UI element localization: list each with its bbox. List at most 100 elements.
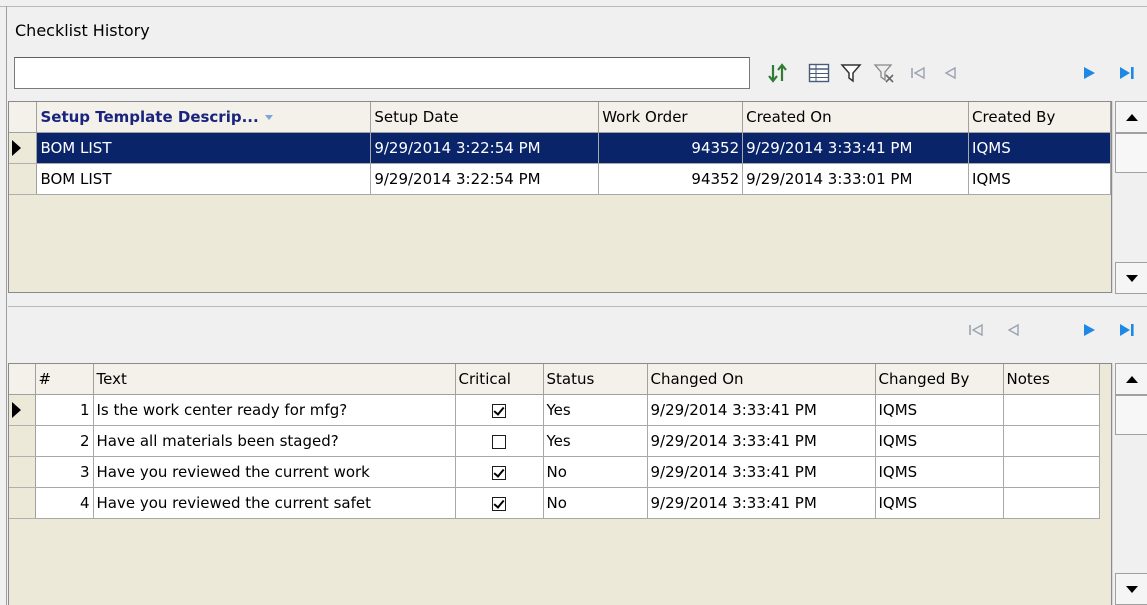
- critical-checkbox[interactable]: [492, 465, 506, 480]
- cell-critical[interactable]: [455, 487, 544, 519]
- items-table: # Text Critical Status Changed On Change…: [9, 364, 1100, 519]
- table-row[interactable]: 2 Have all materials been staged? Yes 9/29/…: [9, 425, 1100, 457]
- table-row[interactable]: 3 Have you reviewed the current work No 9/2…: [9, 456, 1100, 488]
- cell-text[interactable]: Have you reviewed the current safet: [93, 487, 456, 519]
- row-indicator[interactable]: [9, 132, 38, 164]
- clear-filter-icon: [873, 64, 894, 83]
- column-header-setup-template[interactable]: Setup Template Descrip...: [36, 102, 372, 133]
- sort-button[interactable]: [765, 60, 791, 86]
- clear-filter-button[interactable]: [871, 60, 897, 86]
- detail-prior-record-button[interactable]: [1000, 317, 1026, 343]
- table-row[interactable]: 4 Have you reviewed the current safet No 9/…: [9, 487, 1100, 519]
- cell-notes[interactable]: [1003, 456, 1100, 488]
- prior-record-icon: [944, 66, 956, 80]
- cell-changed-on[interactable]: 9/29/2014 3:33:41 PM: [647, 487, 876, 519]
- cell-text[interactable]: Have all materials been staged?: [93, 425, 456, 457]
- column-header-text[interactable]: Text: [93, 364, 456, 395]
- row-indicator[interactable]: [9, 163, 38, 195]
- filter-button[interactable]: [838, 60, 864, 86]
- cell-changed-on[interactable]: 9/29/2014 3:33:41 PM: [647, 394, 876, 426]
- column-header-changed-by[interactable]: Changed By: [875, 364, 1004, 395]
- cell-status[interactable]: Yes: [543, 394, 648, 426]
- column-header-critical[interactable]: Critical: [455, 364, 544, 395]
- cell-changed-by[interactable]: IQMS: [875, 425, 1004, 457]
- column-header-created-on[interactable]: Created On: [742, 102, 970, 133]
- current-row-pointer-icon: [12, 402, 21, 418]
- scroll-up-button[interactable]: [1115, 363, 1147, 395]
- cell-number[interactable]: 4: [35, 487, 94, 519]
- next-record-button[interactable]: [1076, 60, 1102, 86]
- cell-template[interactable]: BOM LIST: [36, 163, 372, 195]
- cell-changed-by[interactable]: IQMS: [875, 456, 1004, 488]
- cell-notes[interactable]: [1003, 425, 1100, 457]
- row-indicator[interactable]: [9, 394, 36, 426]
- cell-changed-on[interactable]: 9/29/2014 3:33:41 PM: [647, 425, 876, 457]
- table-row[interactable]: 1 Is the work center ready for mfg? Yes 9/2…: [9, 394, 1100, 426]
- cell-number[interactable]: 1: [35, 394, 94, 426]
- cell-critical[interactable]: [455, 425, 544, 457]
- cell-status[interactable]: No: [543, 487, 648, 519]
- cell-changed-by[interactable]: IQMS: [875, 394, 1004, 426]
- scroll-up-button[interactable]: [1115, 101, 1147, 133]
- cell-critical[interactable]: [455, 456, 544, 488]
- cell-number[interactable]: 3: [35, 456, 94, 488]
- row-indicator[interactable]: [9, 425, 36, 457]
- column-header-setup-date[interactable]: Setup Date: [370, 102, 600, 133]
- cell-work-order[interactable]: 94352: [598, 163, 744, 195]
- cell-changed-on[interactable]: 9/29/2014 3:33:41 PM: [647, 456, 876, 488]
- checklist-history-grid: Setup Template Descrip... Setup Date Wor…: [8, 101, 1112, 293]
- cell-setup-date[interactable]: 9/29/2014 3:22:54 PM: [370, 132, 600, 164]
- checklist-items-grid: # Text Critical Status Changed On Change…: [8, 363, 1112, 605]
- prior-record-icon: [1007, 323, 1019, 337]
- last-record-icon: [1120, 67, 1134, 79]
- column-header-work-order[interactable]: Work Order: [598, 102, 744, 133]
- cell-notes[interactable]: [1003, 487, 1100, 519]
- cell-text[interactable]: Have you reviewed the current work: [93, 456, 456, 488]
- cell-template[interactable]: BOM LIST: [36, 132, 372, 164]
- row-indicator[interactable]: [9, 487, 36, 519]
- left-border: [6, 6, 7, 605]
- scroll-down-button[interactable]: [1115, 262, 1147, 294]
- column-header-status[interactable]: Status: [543, 364, 648, 395]
- first-record-button[interactable]: [905, 60, 931, 86]
- cell-changed-by[interactable]: IQMS: [875, 487, 1004, 519]
- column-header-number[interactable]: #: [35, 364, 94, 395]
- detail-next-record-button[interactable]: [1076, 317, 1102, 343]
- history-table: Setup Template Descrip... Setup Date Wor…: [9, 102, 1111, 195]
- search-input[interactable]: [14, 57, 750, 89]
- last-record-button[interactable]: [1114, 60, 1140, 86]
- critical-checkbox[interactable]: [492, 403, 506, 418]
- cell-created-on[interactable]: 9/29/2014 3:33:01 PM: [742, 163, 970, 195]
- column-header-created-by[interactable]: Created By: [968, 102, 1111, 133]
- cell-text[interactable]: Is the work center ready for mfg?: [93, 394, 456, 426]
- cell-created-by[interactable]: IQMS: [968, 132, 1111, 164]
- columns-icon: [808, 63, 830, 83]
- column-header-notes[interactable]: Notes: [1003, 364, 1100, 395]
- filter-icon: [840, 64, 862, 83]
- cell-setup-date[interactable]: 9/29/2014 3:22:54 PM: [370, 163, 600, 195]
- cell-created-on[interactable]: 9/29/2014 3:33:41 PM: [742, 132, 970, 164]
- history-vertical-scrollbar[interactable]: [1112, 101, 1147, 294]
- column-header-changed-on[interactable]: Changed On: [647, 364, 876, 395]
- cell-status[interactable]: Yes: [543, 425, 648, 457]
- cell-created-by[interactable]: IQMS: [968, 163, 1111, 195]
- detail-first-record-button[interactable]: [963, 317, 989, 343]
- cell-work-order[interactable]: 94352: [598, 132, 744, 164]
- items-vertical-scrollbar[interactable]: [1112, 363, 1147, 605]
- critical-checkbox[interactable]: [492, 496, 506, 511]
- cell-notes[interactable]: [1003, 394, 1100, 426]
- table-row[interactable]: BOM LIST 9/29/2014 3:22:54 PM 94352 9/29…: [9, 132, 1111, 164]
- columns-button[interactable]: [806, 60, 832, 86]
- scroll-down-button[interactable]: [1115, 573, 1147, 605]
- prior-record-button[interactable]: [937, 60, 963, 86]
- scroll-thumb[interactable]: [1115, 395, 1147, 435]
- cell-number[interactable]: 2: [35, 425, 94, 457]
- last-record-icon: [1120, 324, 1134, 336]
- detail-last-record-button[interactable]: [1114, 317, 1140, 343]
- scroll-thumb[interactable]: [1115, 133, 1147, 173]
- critical-checkbox[interactable]: [492, 434, 506, 449]
- table-row[interactable]: BOM LIST 9/29/2014 3:22:54 PM 94352 9/29…: [9, 163, 1111, 195]
- row-indicator[interactable]: [9, 456, 36, 488]
- cell-critical[interactable]: [455, 394, 544, 426]
- cell-status[interactable]: No: [543, 456, 648, 488]
